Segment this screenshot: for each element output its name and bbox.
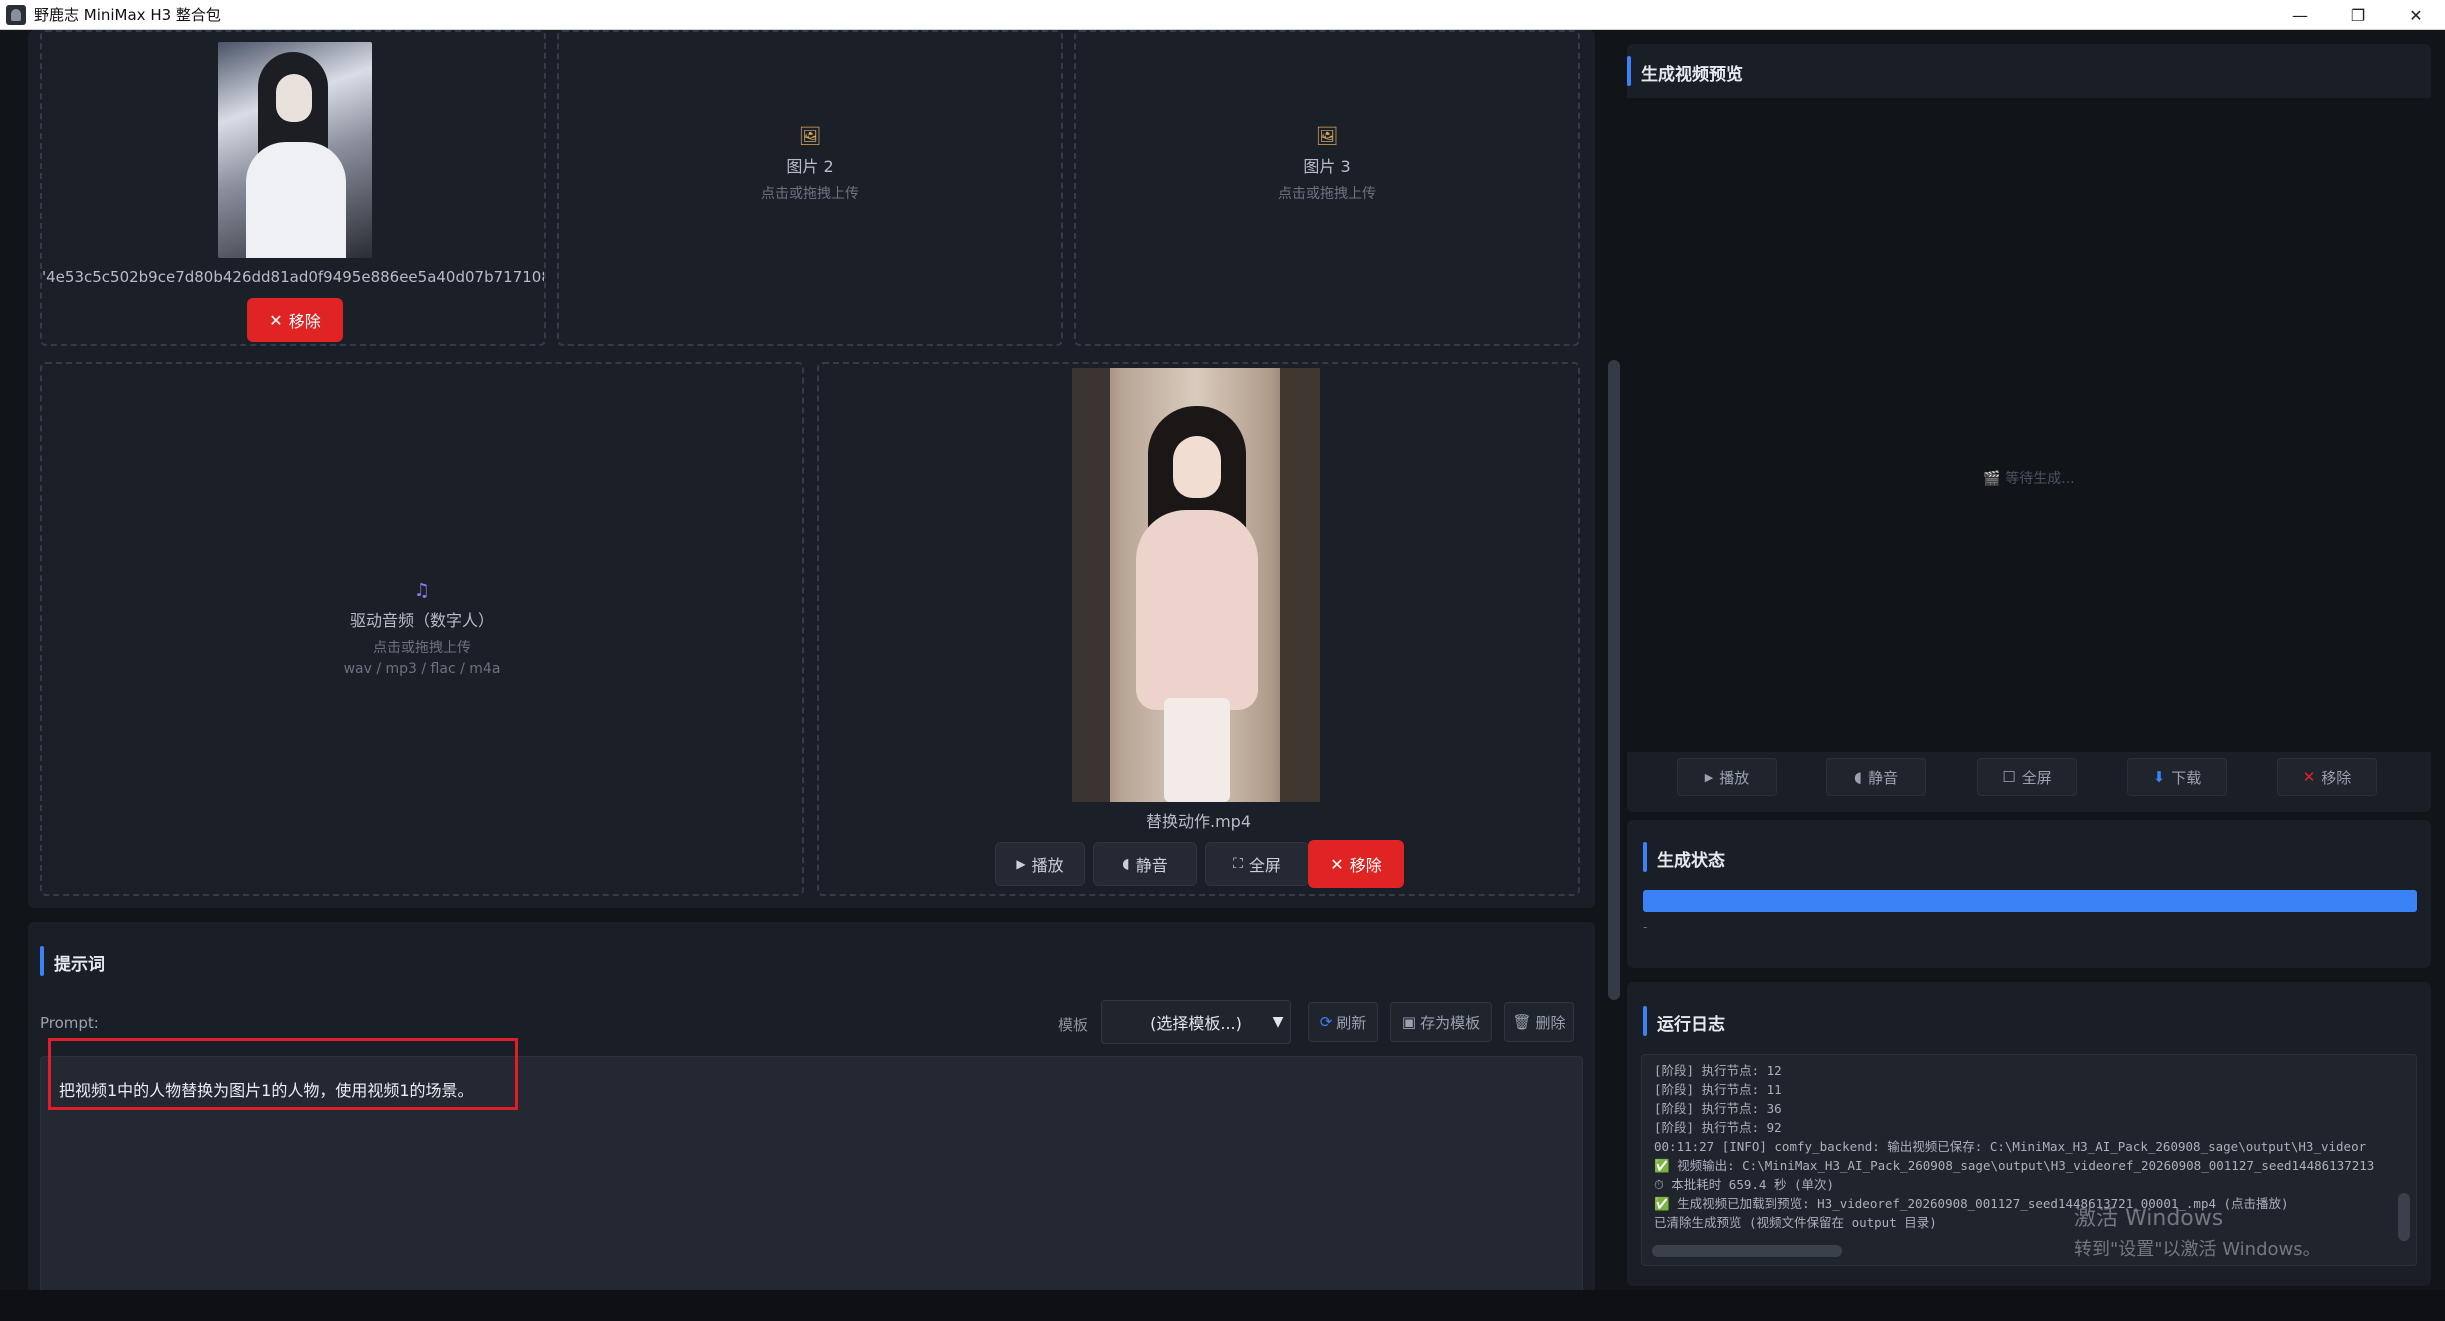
annotation-highlight-box	[48, 1038, 518, 1110]
window-title: 野鹿志 MiniMax H3 整合包	[34, 6, 221, 24]
audio-label: 驱动音频（数字人）	[349, 611, 494, 630]
clapperboard-icon: 🎬	[1983, 471, 2001, 487]
image-1-filename: '4e53c5c502b9ce7d80b426dd81ad0f9495e886e…	[42, 268, 544, 286]
log-line: [阶段] 执行节点: 12	[1654, 1063, 1782, 1078]
activation-watermark-title: 激活 Windows	[2074, 1206, 2224, 1231]
image-2-hint: 点击或拖拽上传	[761, 186, 859, 202]
image-2-label: 图片 2	[786, 157, 834, 176]
save-icon: ▣	[1401, 1013, 1417, 1031]
log-line: [阶段] 执行节点: 36	[1654, 1101, 1782, 1116]
image-1-remove-button[interactable]: ✕ 移除	[247, 298, 343, 342]
log-line: ⏱ 本批耗时 659.4 秒 (单次)	[1654, 1177, 1835, 1192]
status-title: 生成状态	[1643, 842, 1725, 872]
log-title: 运行日志	[1643, 1006, 1725, 1036]
bottom-strip	[0, 1290, 2445, 1321]
mute-icon: ◖	[1854, 768, 1862, 786]
video-filename: 替换动作.mp4	[1145, 812, 1251, 831]
audio-slot[interactable]: ♫ 驱动音频（数字人） 点击或拖拽上传 wav / mp3 / flac / m…	[40, 362, 804, 896]
preview-play-button[interactable]: ▶ 播放	[1677, 758, 1777, 796]
app-icon	[6, 4, 26, 25]
log-vertical-scrollbar[interactable]	[2398, 1193, 2410, 1241]
close-icon: ✕	[2302, 768, 2316, 786]
trash-icon: 🗑	[1512, 1013, 1532, 1031]
log-line: ✅ 生成视频已加载到预览: H3_videoref_20260908_00112…	[1654, 1196, 2289, 1211]
video-preview-area[interactable]: 🎬 等待生成...	[1627, 98, 2431, 752]
audio-hint: 点击或拖拽上传	[373, 640, 471, 656]
chevron-down-icon[interactable]: ▼	[1265, 1000, 1291, 1044]
image-icon: 🖼	[1315, 126, 1339, 147]
title-bar: 野鹿志 MiniMax H3 整合包 — ❐ ✕	[0, 0, 2445, 30]
progress-bar	[1643, 890, 2417, 912]
image-3-label: 图片 3	[1303, 157, 1351, 176]
log-line: ✅ 视频输出: C:\MiniMax_H3_AI_Pack_260908_sag…	[1654, 1158, 2375, 1173]
image-3-hint: 点击或拖拽上传	[1278, 186, 1376, 202]
template-refresh-button[interactable]: ⟳ 刷新	[1308, 1002, 1378, 1042]
preview-title: 生成视频预览	[1627, 56, 1743, 86]
close-button[interactable]: ✕	[2387, 0, 2445, 30]
image-1-thumbnail	[218, 42, 372, 258]
log-line: [阶段] 执行节点: 11	[1654, 1082, 1782, 1097]
image-icon: 🖼	[798, 126, 822, 147]
image-slot-2[interactable]: 🖼 图片 2 点击或拖拽上传	[557, 30, 1063, 346]
log-line: 已清除生成预览 (视频文件保留在 output 目录)	[1654, 1215, 1937, 1230]
preview-remove-button[interactable]: ✕ 移除	[2277, 758, 2377, 796]
play-icon: ▶	[1704, 770, 1714, 784]
image-slot-3[interactable]: 🖼 图片 3 点击或拖拽上传	[1074, 30, 1580, 346]
preview-download-button[interactable]: ⬇ 下载	[2127, 758, 2227, 796]
fullscreen-icon: ⛶	[1233, 856, 1243, 872]
status-text: -	[1643, 920, 1648, 934]
preview-mute-button[interactable]: ◖ 静音	[1826, 758, 1926, 796]
activation-watermark-hint: 转到"设置"以激活 Windows。	[2074, 1239, 2321, 1260]
save-template-button[interactable]: ▣ 存为模板	[1390, 1002, 1492, 1042]
prompt-panel: 提示词 Prompt: 模板 (选择模板...) ▼ ⟳ 刷新 ▣ 存为模板 🗑…	[28, 922, 1595, 1321]
preview-fullscreen-button[interactable]: ☐ 全屏	[1977, 758, 2077, 796]
prompt-label: Prompt:	[40, 1014, 99, 1032]
close-icon: ✕	[269, 310, 283, 330]
video-mute-button[interactable]: ◖ 静音	[1093, 842, 1197, 886]
log-line: 00:11:27 [INFO] comfy_backend: 输出视频已保存: …	[1654, 1139, 2367, 1154]
fullscreen-icon: ☐	[2002, 768, 2016, 786]
restore-button[interactable]: ❐	[2329, 0, 2387, 30]
window-controls: — ❐ ✕	[2271, 0, 2445, 30]
play-icon: ▶	[1016, 857, 1026, 871]
template-label: 模板	[1058, 1016, 1089, 1034]
music-icon: ♫	[413, 580, 431, 601]
audio-formats: wav / mp3 / flac / m4a	[343, 661, 501, 677]
waiting-text: 🎬 等待生成...	[1983, 471, 2075, 487]
image-slot-1[interactable]: '4e53c5c502b9ce7d80b426dd81ad0f9495e886e…	[40, 30, 546, 346]
video-fullscreen-button[interactable]: ⛶ 全屏	[1205, 842, 1309, 886]
log-horizontal-scrollbar[interactable]	[1652, 1245, 1842, 1257]
video-remove-button[interactable]: ✕ 移除	[1308, 840, 1404, 888]
mute-icon: ◖	[1122, 856, 1130, 872]
video-slot[interactable]: 替换动作.mp4 ▶ 播放 ◖ 静音 ⛶ 全屏 ✕ 移除	[817, 362, 1580, 896]
close-icon: ✕	[1330, 854, 1344, 874]
preview-panel: 生成视频预览 🎬 等待生成... ▶ 播放 ◖ 静音 ☐ 全屏 ⬇ 下载 ✕ 移…	[1627, 44, 2431, 812]
main-scrollbar[interactable]	[1608, 360, 1620, 1000]
prompt-section-title: 提示词	[40, 946, 105, 976]
video-play-button[interactable]: ▶ 播放	[995, 842, 1085, 886]
status-panel: 生成状态 -	[1627, 820, 2431, 968]
refresh-icon: ⟳	[1319, 1013, 1333, 1031]
template-delete-button[interactable]: 🗑 删除	[1504, 1002, 1574, 1042]
download-icon: ⬇	[2152, 768, 2166, 786]
template-select[interactable]: (选择模板...)	[1101, 1000, 1291, 1044]
minimize-button[interactable]: —	[2271, 0, 2329, 30]
log-line: [阶段] 执行节点: 92	[1654, 1120, 1782, 1135]
video-thumbnail	[1072, 368, 1320, 802]
